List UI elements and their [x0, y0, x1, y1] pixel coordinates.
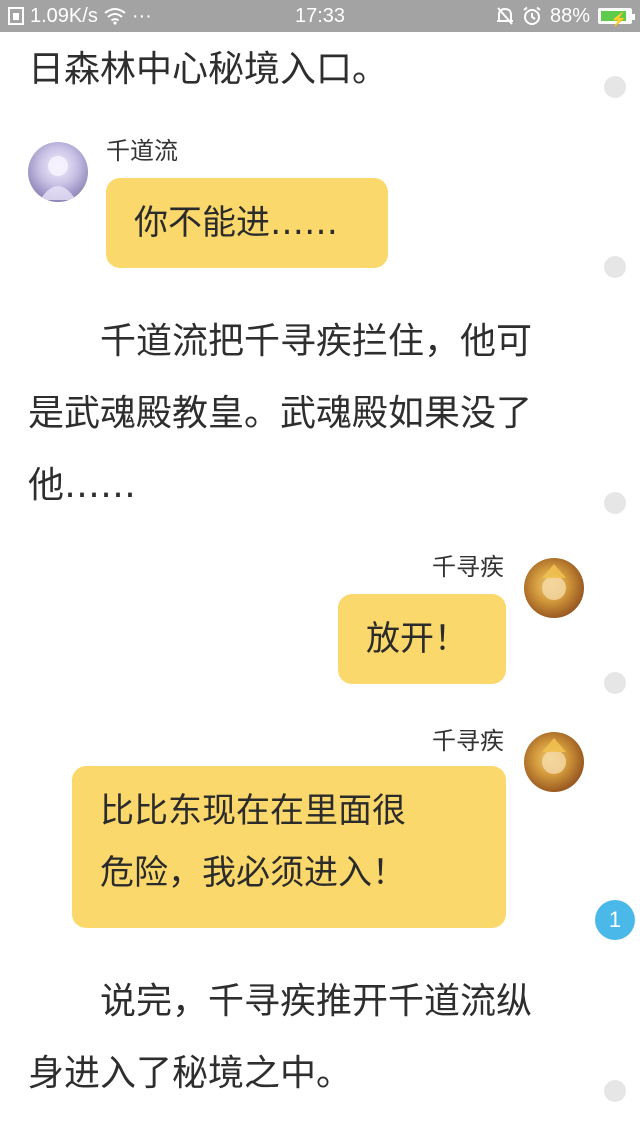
speaker-name: 千道流	[106, 137, 178, 165]
story-line: 他……	[28, 465, 137, 506]
chat-bubble: 你不能进……	[106, 178, 388, 268]
paragraph-comment-dot[interactable]	[604, 256, 626, 278]
story-line: 千道流把千寻疾拦住，他可	[100, 321, 533, 362]
status-left: 1.09K/s ···	[8, 3, 152, 29]
avatar-qianxunji[interactable]	[524, 732, 584, 792]
paragraph-comment-dot[interactable]	[604, 1080, 626, 1102]
story-line: 是武魂殿教皇。武魂殿如果没了	[28, 393, 533, 434]
more-indicator: ···	[131, 5, 152, 27]
chat-bubble: 比比东现在在里面很 危险，我必须进入！	[72, 766, 506, 928]
paragraph-comment-dot[interactable]	[604, 492, 626, 514]
sim-icon	[8, 7, 24, 25]
paragraph-comment-dot[interactable]	[604, 76, 626, 98]
avatar-qiandaoliu[interactable]	[28, 142, 88, 202]
chat-text: 你不能进……	[134, 203, 338, 243]
network-speed: 1.09K/s	[30, 5, 98, 27]
battery-percent: 88%	[549, 5, 590, 27]
battery-icon: ⚡	[598, 8, 635, 27]
avatar-qianxunji[interactable]	[524, 558, 584, 618]
chat-text: 比比东现在在里面很	[100, 791, 406, 831]
speaker-name: 千寻疾	[432, 727, 504, 755]
portrait-icon	[542, 738, 566, 774]
story-line-top: 日森林中心秘境入口。	[28, 49, 389, 90]
wifi-icon	[104, 8, 126, 25]
chat-text: 危险，我必须进入！	[100, 853, 406, 893]
comment-count-badge[interactable]: 1	[595, 900, 635, 940]
story-line: 说完，千寻疾推开千道流纵	[100, 981, 533, 1022]
portrait-icon	[40, 156, 76, 200]
speaker-name: 千寻疾	[432, 553, 504, 581]
paragraph-comment-dot[interactable]	[604, 672, 626, 694]
story-line: 身进入了秘境之中。	[28, 1053, 353, 1094]
mute-bell-icon	[496, 7, 513, 25]
chat-bubble: 放开！	[338, 594, 506, 684]
status-bar: 17:33 1.09K/s ··· 88% ⚡	[0, 0, 640, 32]
chat-text: 放开！	[366, 619, 468, 659]
portrait-icon	[542, 564, 566, 600]
alarm-icon	[523, 6, 541, 25]
charging-icon: ⚡	[610, 11, 628, 27]
status-right: 88% ⚡	[496, 3, 635, 29]
